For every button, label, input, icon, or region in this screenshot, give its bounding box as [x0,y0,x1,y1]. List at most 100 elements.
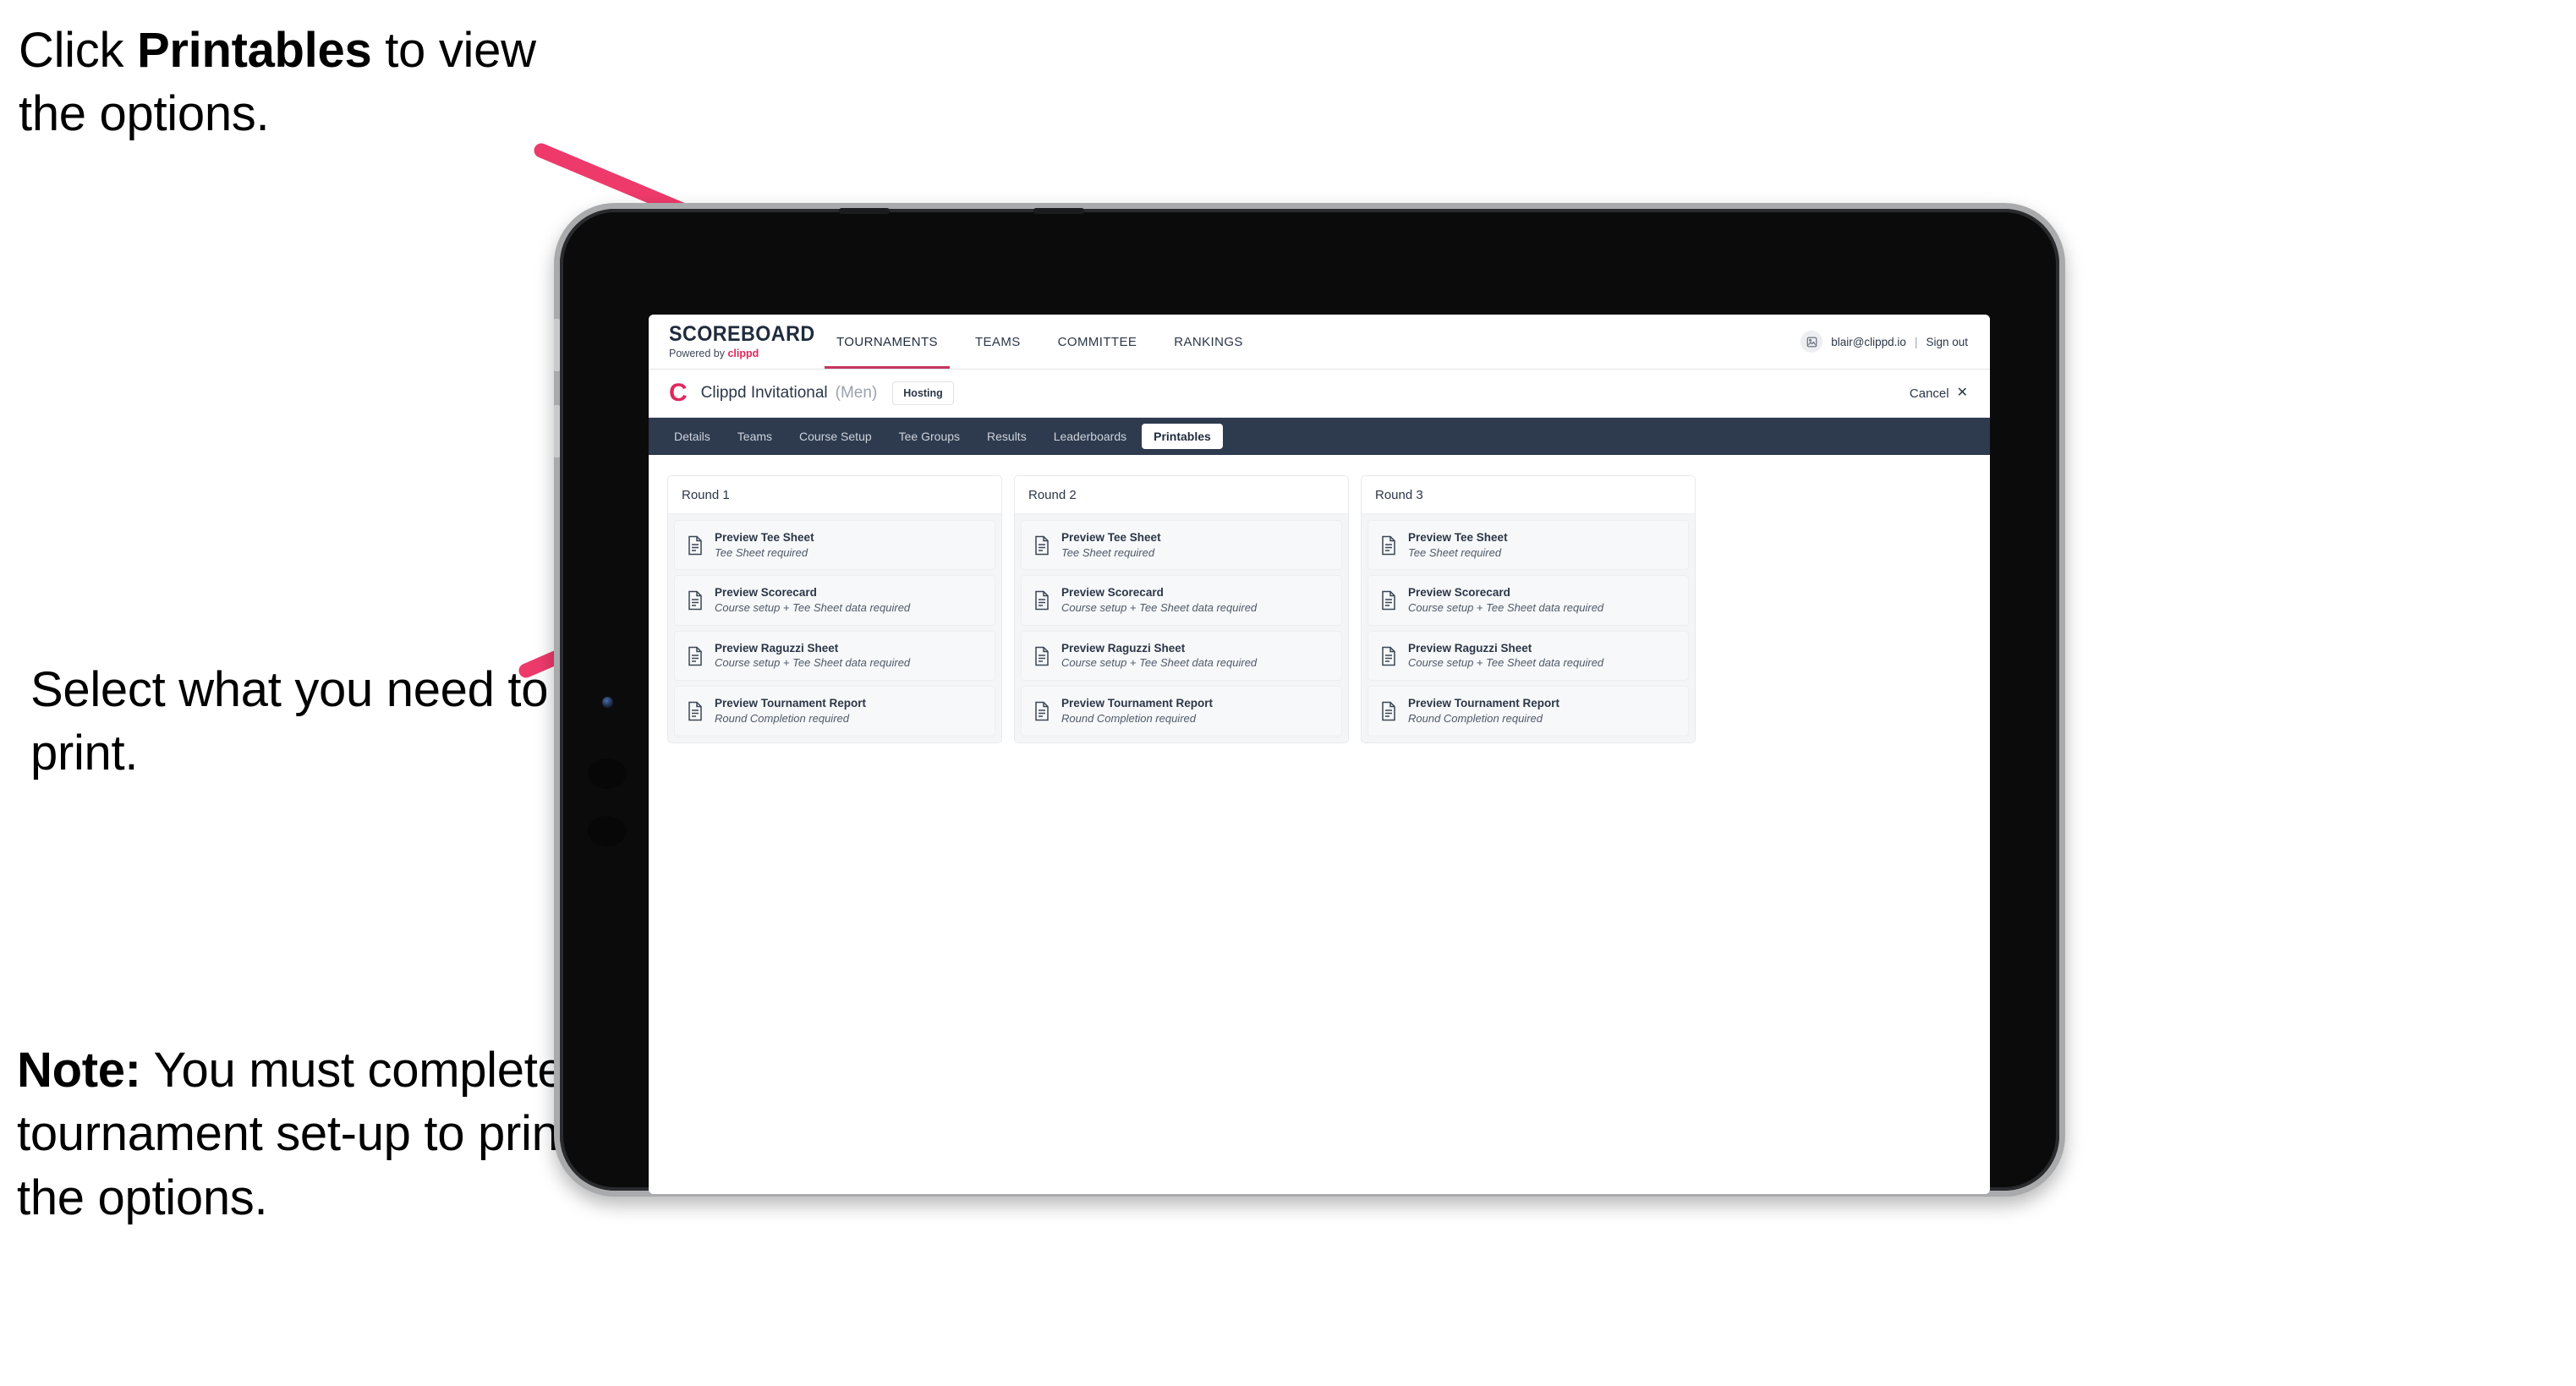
printable-card-raguzzi-sheet[interactable]: Preview Raguzzi Sheet Course setup + Tee… [674,630,995,682]
bezel-dot-icon [588,759,627,789]
tab-leaderboards[interactable]: Leaderboards [1042,424,1138,449]
card-title: Preview Raguzzi Sheet [1061,641,1186,655]
annotation-click-bold: Printables [136,23,372,78]
document-icon [688,590,702,611]
printable-card-scorecard[interactable]: Preview Scorecard Course setup + Tee She… [1021,575,1342,626]
volume-down-button[interactable] [554,405,560,457]
document-icon [1035,646,1049,666]
card-title: Preview Tee Sheet [715,531,814,544]
main-nav: TOURNAMENTS TEAMS COMMITTEE RANKINGS [818,315,1262,369]
card-title: Preview Scorecard [1408,586,1510,600]
printable-card-tee-sheet[interactable]: Preview Tee Sheet Tee Sheet required [674,520,995,571]
brand-wordmark: SCOREBOARD [669,322,815,346]
cancel-label: Cancel [1909,386,1949,401]
tab-details[interactable]: Details [662,424,722,449]
document-icon [688,646,702,666]
printable-card-tournament-report[interactable]: Preview Tournament Report Round Completi… [1367,686,1689,737]
card-subtitle: Round Completion required [1408,711,1543,725]
annotation-note-bold: Note: [17,1043,141,1098]
status-badge: Hosting [892,381,954,405]
card-subtitle: Course setup + Tee Sheet data required [1061,656,1258,670]
printable-card-raguzzi-sheet[interactable]: Preview Raguzzi Sheet Course setup + Tee… [1367,630,1689,682]
annotation-click-prefix: Click [19,23,137,78]
user-email-label: blair@clippd.io [1831,335,1906,348]
document-icon [688,701,702,721]
printable-card-tournament-report[interactable]: Preview Tournament Report Round Completi… [1021,686,1342,737]
document-icon [1035,535,1049,555]
document-icon [1035,590,1049,611]
card-subtitle: Tee Sheet required [1061,545,1155,559]
bezel-dot-icon [588,816,627,846]
card-subtitle: Course setup + Tee Sheet data required [1061,600,1258,614]
document-icon [1035,701,1049,721]
card-subtitle: Round Completion required [715,711,849,725]
close-icon: ✕ [1956,386,1968,400]
round-card-list: Preview Tee Sheet Tee Sheet required Pre… [1362,514,1695,742]
document-icon [1382,646,1395,666]
tab-teams[interactable]: Teams [726,424,784,449]
printable-card-scorecard[interactable]: Preview Scorecard Course setup + Tee She… [674,575,995,626]
clippd-wordmark: clippd [727,348,759,359]
card-title: Preview Raguzzi Sheet [715,641,839,655]
tournament-gender: (Men) [835,384,878,402]
top-navigation-bar: SCOREBOARD Powered by clippd TOURNAMENTS… [649,315,1990,370]
user-avatar-icon[interactable] [1800,331,1823,353]
brand-powered-by: Powered by clippd [669,348,796,359]
tab-tee-groups[interactable]: Tee Groups [887,424,972,449]
printable-card-scorecard[interactable]: Preview Scorecard Course setup + Tee She… [1367,575,1689,626]
card-title: Preview Scorecard [1061,586,1164,600]
speaker-slit-icon [839,208,890,214]
document-icon [1382,590,1395,611]
card-title: Preview Tee Sheet [1408,531,1508,544]
clippd-logo-icon: C [669,379,688,407]
round-card-list: Preview Tee Sheet Tee Sheet required Pre… [1015,514,1348,742]
card-subtitle: Tee Sheet required [1408,545,1502,559]
round-header: Round 3 [1362,476,1695,514]
printable-card-tee-sheet[interactable]: Preview Tee Sheet Tee Sheet required [1367,520,1689,571]
nav-item-teams[interactable]: TEAMS [956,315,1039,369]
tab-results[interactable]: Results [975,424,1039,449]
tab-course-setup[interactable]: Course Setup [787,424,884,449]
cancel-button[interactable]: Cancel ✕ [1910,386,1968,401]
card-title: Preview Raguzzi Sheet [1408,641,1532,655]
nav-item-committee[interactable]: COMMITTEE [1039,315,1156,369]
card-title: Preview Tournament Report [1408,697,1560,710]
account-area: blair@clippd.io | Sign out [1800,315,1990,369]
annotation-select-print: Select what you need to print. [30,662,549,781]
document-icon [1382,701,1395,721]
card-subtitle: Course setup + Tee Sheet data required [1408,656,1604,670]
tablet-device: SCOREBOARD Powered by clippd TOURNAMENTS… [554,203,2065,1197]
card-title: Preview Scorecard [715,586,817,600]
account-separator: | [1914,335,1918,348]
printable-card-tournament-report[interactable]: Preview Tournament Report Round Completi… [674,686,995,737]
card-title: Preview Tournament Report [1061,697,1214,710]
card-subtitle: Course setup + Tee Sheet data required [715,600,911,614]
printables-content: Round 1 Preview Tee Sheet Tee Sheet requ… [649,455,1990,1194]
card-subtitle: Tee Sheet required [715,545,808,559]
round-column-1: Round 1 Preview Tee Sheet Tee Sheet requ… [667,475,1002,743]
round-header: Round 2 [1015,476,1348,514]
volume-up-button[interactable] [554,319,560,371]
scoreboard-logo[interactable]: SCOREBOARD Powered by clippd [649,315,815,369]
round-column-3: Round 3 Preview Tee Sheet Tee Sheet requ… [1361,475,1696,743]
nav-item-rankings[interactable]: RANKINGS [1155,315,1262,369]
round-card-list: Preview Tee Sheet Tee Sheet required Pre… [668,514,1001,742]
document-icon [688,535,702,555]
tournament-tab-bar: Details Teams Course Setup Tee Groups Re… [649,418,1990,455]
card-subtitle: Round Completion required [1061,711,1196,725]
tab-printables[interactable]: Printables [1142,424,1223,449]
tournament-header: C Clippd Invitational (Men) Hosting Canc… [649,370,1990,418]
nav-item-tournaments[interactable]: TOURNAMENTS [818,315,956,369]
round-header: Round 1 [668,476,1001,514]
tournament-name: Clippd Invitational [700,384,828,402]
card-title: Preview Tee Sheet [1061,531,1161,544]
round-column-2: Round 2 Preview Tee Sheet Tee Sheet requ… [1014,475,1349,743]
card-title: Preview Tournament Report [715,697,867,710]
printable-card-raguzzi-sheet[interactable]: Preview Raguzzi Sheet Course setup + Tee… [1021,630,1342,682]
app-screen: SCOREBOARD Powered by clippd TOURNAMENTS… [649,315,1990,1194]
sign-out-button[interactable]: Sign out [1926,336,1968,348]
speaker-slit-icon [1033,208,1084,214]
document-icon [1382,535,1395,555]
card-subtitle: Course setup + Tee Sheet data required [1408,600,1604,614]
printable-card-tee-sheet[interactable]: Preview Tee Sheet Tee Sheet required [1021,520,1342,571]
